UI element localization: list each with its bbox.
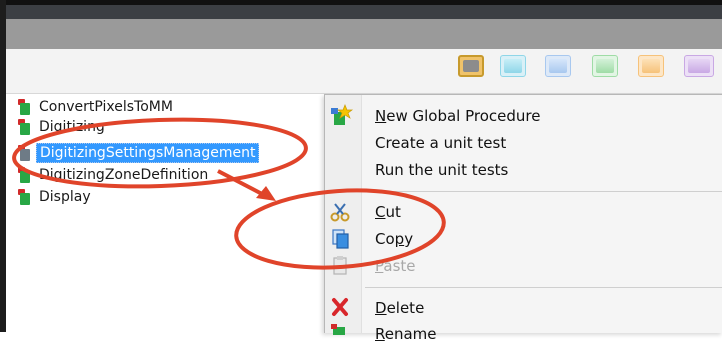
swatch-green[interactable] (592, 55, 618, 77)
paste-icon (325, 253, 361, 279)
menu-item-paste[interactable]: Paste (325, 253, 722, 279)
menu-item-label: Cut (375, 203, 401, 221)
menu-item-label: New Global Procedure (375, 107, 541, 125)
swatch-purple[interactable] (684, 55, 714, 77)
tree-item[interactable]: Display (18, 188, 94, 206)
global-procedure-icon (18, 119, 32, 135)
menu-item-label: Create a unit test (375, 134, 507, 152)
tree-item-label: DigitizingZoneDefinition (39, 167, 209, 183)
menu-separator (365, 191, 722, 192)
menu-item-copy[interactable]: Copy (325, 226, 722, 252)
global-procedure-icon (18, 167, 32, 183)
tree-item-selected[interactable]: DigitizingSettingsManagement (18, 143, 260, 163)
tree-item-label: Digitizing (39, 119, 105, 135)
global-procedure-icon (18, 145, 32, 161)
menu-item-run-unit-tests[interactable]: Run the unit tests (325, 157, 722, 183)
swatch-grey[interactable] (458, 55, 484, 77)
menu-item-label: Run the unit tests (375, 161, 509, 179)
swatch-orange[interactable] (638, 55, 664, 77)
tree-item[interactable]: ConvertPixelsToMM (18, 98, 176, 116)
copy-icon (325, 226, 361, 252)
tree-item[interactable]: DigitizingZoneDefinition (18, 166, 211, 184)
menu-item-label: Delete (375, 299, 425, 317)
title-bar (6, 5, 722, 19)
tree-item-label: Display (39, 189, 91, 205)
ribbon-band (6, 19, 722, 49)
rename-icon (325, 321, 361, 347)
swatch-blue[interactable] (545, 55, 571, 77)
global-procedure-icon (18, 99, 32, 115)
menu-item-label: Paste (375, 257, 416, 275)
menu-item-label: Copy (375, 230, 414, 248)
menu-item-new-global-procedure[interactable]: New Global Procedure (325, 103, 722, 129)
context-menu: New Global Procedure Create a unit test … (324, 94, 722, 343)
delete-icon (325, 295, 361, 321)
menu-separator (365, 287, 722, 288)
menu-item-create-unit-test[interactable]: Create a unit test (325, 130, 722, 156)
tree-item-label: DigitizingSettingsManagement (36, 143, 260, 163)
new-procedure-icon (325, 103, 361, 129)
scissors-icon (325, 199, 361, 225)
swatch-cyan[interactable] (500, 55, 526, 77)
tree-item-label: ConvertPixelsToMM (39, 99, 173, 115)
menu-item-label: Rename (375, 325, 437, 343)
tree-item[interactable]: Digitizing (18, 118, 108, 136)
menu-item-rename[interactable]: Rename (325, 321, 722, 347)
menu-item-cut[interactable]: Cut (325, 199, 722, 225)
global-procedure-icon (18, 189, 32, 205)
menu-item-delete[interactable]: Delete (325, 295, 722, 321)
